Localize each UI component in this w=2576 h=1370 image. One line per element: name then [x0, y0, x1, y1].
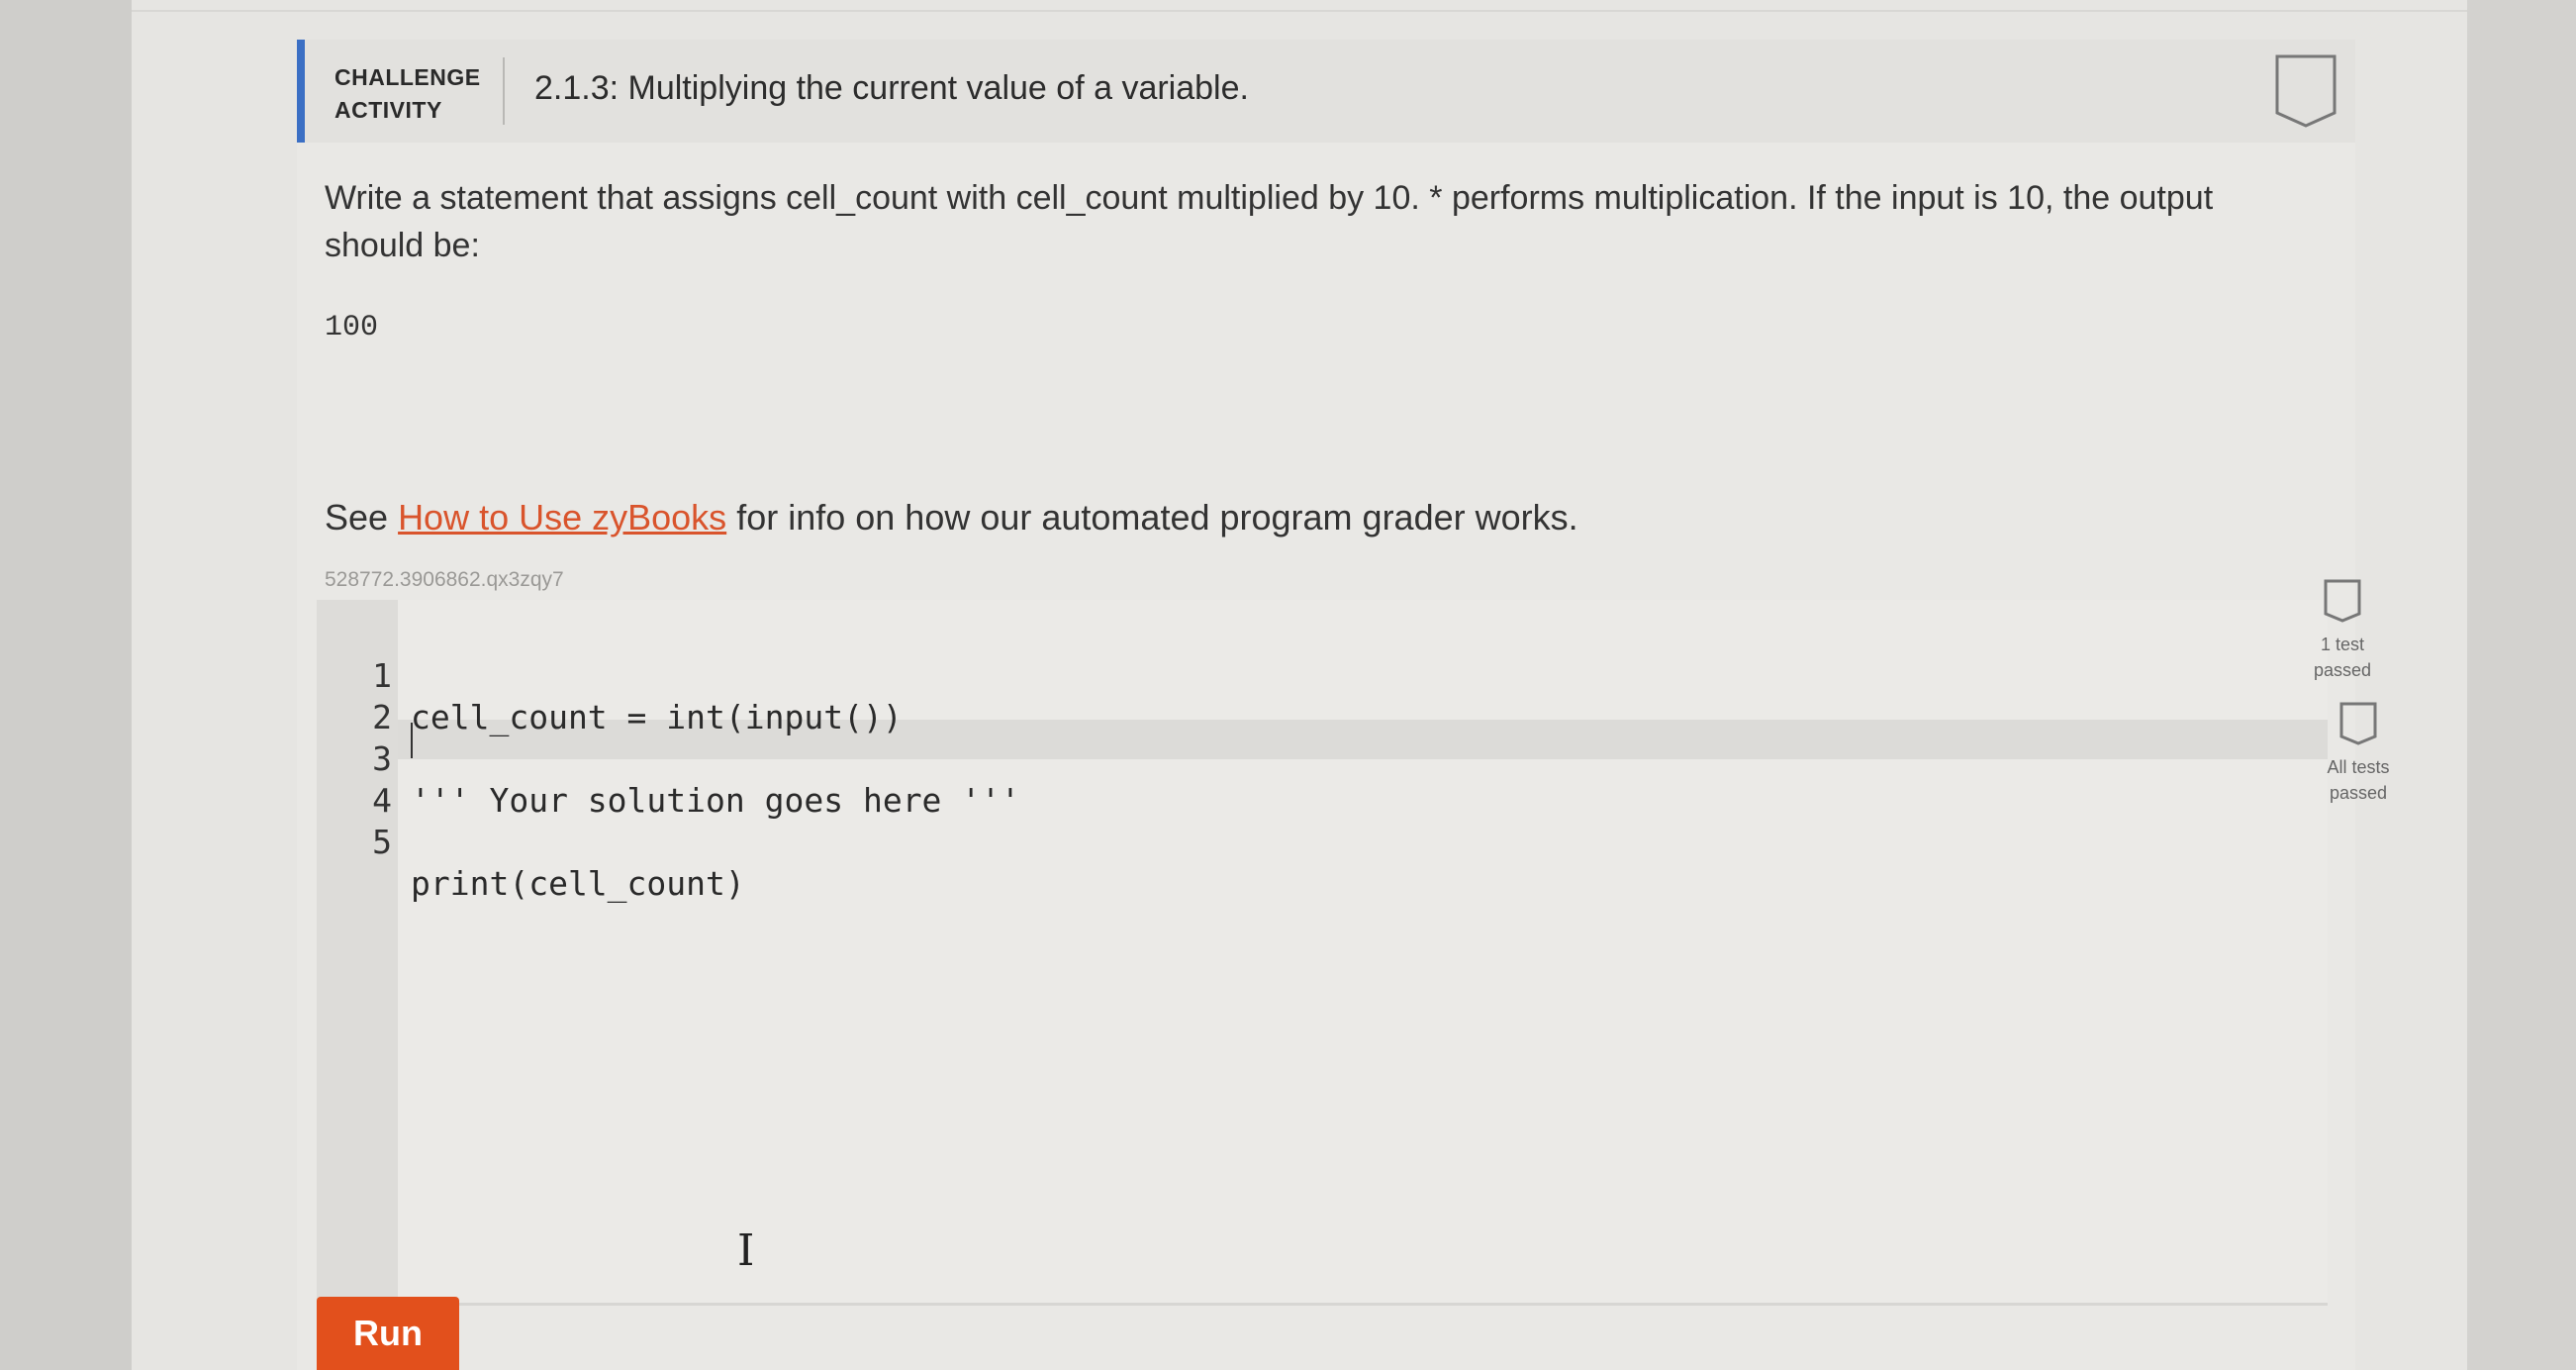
test-status-one: 1 test passed — [2268, 578, 2417, 683]
activity-type-label: CHALLENGE ACTIVITY — [334, 61, 503, 127]
code-line[interactable]: 3 ''' Your solution goes here ''' — [317, 697, 1020, 820]
problem-description: Write a statement that assigns cell_coun… — [325, 179, 2214, 264]
code-editor[interactable]: 1 cell_count = int(input()) 2 3 ''' Your… — [317, 600, 2328, 1306]
challenge-activity-card: CHALLENGE ACTIVITY 2.1.3: Multiplying th… — [297, 40, 2390, 1370]
activity-type-line2: ACTIVITY — [334, 97, 442, 123]
header-divider — [503, 57, 505, 125]
code-text[interactable]: ''' Your solution goes here ''' — [411, 780, 1020, 822]
code-line[interactable]: 1 cell_count = int(input()) — [317, 614, 903, 736]
expected-output: 100 — [325, 311, 379, 344]
activity-header: CHALLENGE ACTIVITY 2.1.3: Multiplying th… — [297, 40, 2355, 143]
code-line[interactable]: 5 print(cell_count) — [317, 780, 745, 903]
code-line[interactable]: 2 — [317, 655, 474, 736]
right-margin — [2467, 0, 2576, 1370]
how-to-use-zybooks-link[interactable]: How to Use zyBooks — [398, 497, 726, 538]
text-cursor — [411, 723, 413, 758]
code-line[interactable]: 4 — [317, 738, 474, 820]
line-number: 5 — [372, 823, 392, 861]
help-text-suffix: for info on how our automated program gr… — [726, 497, 1578, 538]
test-status-icon — [2324, 579, 2361, 623]
test-status-one-line1: 1 test — [2320, 635, 2365, 654]
test-status-one-line2: passed — [2313, 660, 2372, 680]
help-text-prefix: See — [325, 497, 399, 538]
test-status-all: All tests passed — [2284, 701, 2433, 806]
code-text[interactable]: cell_count = int(input()) — [411, 697, 903, 738]
activity-title: 2.1.3: Multiplying the current value of … — [534, 69, 1249, 107]
snippet-id: 528772.3906862.qx3zqy7 — [325, 568, 564, 591]
test-status-all-line2: passed — [2329, 783, 2388, 803]
run-button[interactable]: Run — [317, 1297, 459, 1370]
test-status-all-line1: All tests — [2327, 757, 2390, 777]
completion-bookmark-icon — [2275, 54, 2337, 128]
activity-type-line1: CHALLENGE — [334, 64, 481, 90]
mouse-ibeam-cursor-icon: I — [737, 1225, 755, 1276]
page-divider — [132, 10, 2467, 12]
all-tests-status-icon — [2339, 702, 2377, 745]
help-text: See How to Use zyBooks for info on how o… — [325, 497, 1578, 538]
code-text[interactable]: print(cell_count) — [411, 863, 745, 905]
